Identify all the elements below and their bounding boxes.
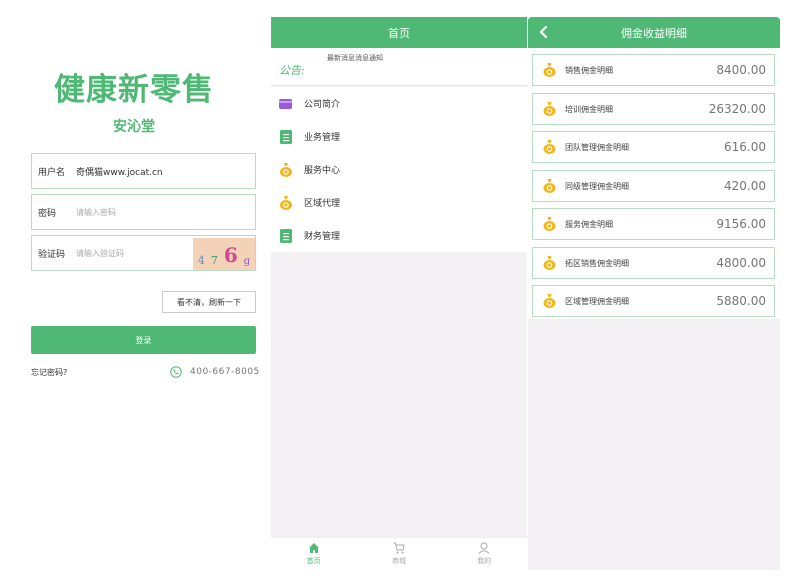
commission-row-name: 团队管理佣金明细 (565, 142, 629, 152)
menu-item-label: 财务管理 (304, 232, 341, 242)
menu-item-service-center[interactable]: 服务中心 (271, 153, 527, 186)
commission-row[interactable]: 区域管理佣金明细 5880.00 (532, 285, 775, 317)
commission-row[interactable]: 同级管理佣金明细 420.00 (532, 170, 775, 202)
money-bag-icon (543, 294, 556, 308)
captcha-char: g (243, 256, 251, 267)
login-panel: 健康新零售 安沁堂 用户名 奇偶猫www.jocat.cn 密码 请输入密码 验… (0, 0, 268, 576)
tab-label: 我的 (477, 557, 492, 565)
username-value: 奇偶猫www.jocat.cn (76, 167, 163, 178)
tab-label: 商城 (391, 557, 406, 565)
commission-row-name: 服务佣金明细 (565, 219, 613, 229)
document-icon (279, 129, 292, 144)
commission-row-name: 区域管理佣金明细 (565, 296, 629, 306)
money-bag-icon (543, 140, 556, 154)
bottom-tab-bar: 首页 商城 我的 (271, 537, 527, 570)
back-arrow-icon[interactable] (537, 24, 551, 40)
refresh-captcha-button[interactable]: 看不清，刷新一下 (162, 291, 256, 313)
captcha-image[interactable]: 4 7 6 g (193, 238, 255, 270)
store-name: 安沁堂 (113, 119, 155, 135)
captcha-char: 4 (197, 254, 205, 267)
home-menu: 公司简介 业务管理 服务中心 区域代理 财务管理 (271, 87, 527, 252)
commission-row-amount: 4800.00 (716, 256, 766, 270)
captcha-field[interactable]: 验证码 请输入验证码 4 7 6 g (31, 235, 256, 271)
menu-item-regional-agent[interactable]: 区域代理 (271, 186, 527, 219)
notice-label: 公告: (279, 64, 305, 77)
money-bag-icon (279, 195, 292, 210)
tab-mine[interactable]: 我的 (442, 538, 527, 570)
tab-mall[interactable]: 商城 (356, 538, 441, 570)
tab-home[interactable]: 首页 (271, 538, 356, 570)
commission-row-name: 销售佣金明细 (565, 65, 613, 75)
login-button[interactable]: 登录 (31, 326, 256, 354)
menu-item-label: 业务管理 (304, 133, 341, 143)
menu-item-company-intro[interactable]: 公司简介 (271, 87, 527, 120)
phone-number: 400-667-8005 (190, 367, 260, 377)
password-label: 密码 (38, 208, 57, 219)
commission-row-amount: 616.00 (724, 140, 766, 154)
commission-row-amount: 5880.00 (716, 294, 766, 308)
money-bag-icon (543, 256, 556, 270)
money-bag-icon (543, 179, 556, 193)
commission-row-amount: 9156.00 (716, 217, 766, 231)
username-label: 用户名 (38, 167, 66, 178)
commission-row-name: 拓区销售佣金明细 (565, 258, 629, 268)
user-icon (478, 542, 490, 554)
commission-row-name: 同级管理佣金明细 (565, 181, 629, 191)
commission-row-amount: 420.00 (724, 179, 766, 193)
cart-icon (393, 542, 405, 554)
money-bag-icon (543, 102, 556, 116)
password-placeholder: 请输入密码 (76, 207, 116, 217)
wallet-icon (279, 97, 292, 110)
phone-icon (170, 366, 182, 378)
money-bag-icon (543, 217, 556, 231)
commission-row[interactable]: 服务佣金明细 9156.00 (532, 208, 775, 240)
commission-row[interactable]: 拓区销售佣金明细 4800.00 (532, 247, 775, 279)
document-icon (279, 228, 292, 243)
commission-row-name: 培训佣金明细 (565, 104, 613, 114)
notice-text: 最新消息消息通知 (327, 54, 383, 62)
menu-item-label: 区域代理 (304, 199, 341, 209)
home-header-title: 首页 (271, 17, 527, 48)
menu-item-label: 服务中心 (304, 166, 341, 176)
phone-contact[interactable]: 400-667-8005 (170, 366, 260, 378)
forgot-password-link[interactable]: 忘记密码? (31, 367, 67, 378)
commission-row[interactable]: 团队管理佣金明细 616.00 (532, 131, 775, 163)
captcha-label: 验证码 (38, 249, 66, 260)
commission-row-amount: 26320.00 (708, 102, 766, 116)
menu-item-business[interactable]: 业务管理 (271, 120, 527, 153)
commission-row[interactable]: 销售佣金明细 8400.00 (532, 54, 775, 86)
home-icon (308, 543, 319, 553)
commission-title: 佣金收益明细 (621, 26, 687, 40)
commission-row-amount: 8400.00 (716, 63, 766, 77)
tab-label: 首页 (306, 557, 321, 565)
commission-list: 销售佣金明细 8400.00 培训佣金明细 26320.00 团队管理佣金明细 … (528, 48, 780, 319)
commission-header: 佣金收益明细 (528, 17, 780, 48)
commission-row[interactable]: 培训佣金明细 26320.00 (532, 93, 775, 125)
money-bag-icon (543, 63, 556, 77)
menu-item-label: 公司简介 (304, 100, 341, 110)
captcha-placeholder: 请输入验证码 (76, 248, 124, 258)
notice-bar: 公告: 最新消息消息通知 (271, 48, 527, 86)
commission-panel: 佣金收益明细 销售佣金明细 8400.00 培训佣金明细 26320.00 团队… (528, 17, 780, 570)
money-bag-icon (279, 162, 292, 177)
password-field[interactable]: 密码 请输入密码 (31, 194, 256, 230)
captcha-char: 6 (223, 243, 238, 267)
captcha-char: 7 (210, 254, 218, 267)
brand-title: 健康新零售 (54, 72, 214, 108)
menu-item-finance[interactable]: 财务管理 (271, 219, 527, 252)
username-field[interactable]: 用户名 奇偶猫www.jocat.cn (31, 153, 256, 189)
home-panel: 首页 公告: 最新消息消息通知 公司简介 业务管理 服务中心 区域代理 财务管理… (271, 17, 527, 570)
